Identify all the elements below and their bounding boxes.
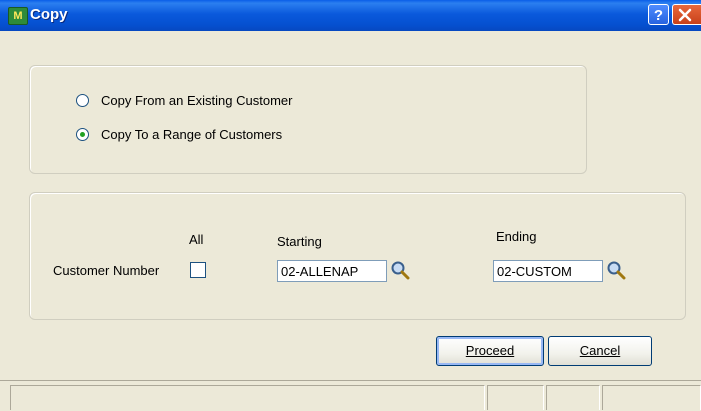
radio-copy-from-label: Copy From an Existing Customer bbox=[101, 93, 293, 108]
close-icon bbox=[678, 8, 692, 22]
ending-customer-field[interactable]: 02-CUSTOM bbox=[493, 260, 603, 282]
cancel-button-label: Cancel bbox=[579, 343, 621, 358]
copy-options-group bbox=[29, 65, 587, 174]
status-segment-1 bbox=[487, 385, 544, 410]
radio-copy-from-circle[interactable] bbox=[76, 94, 89, 107]
starting-customer-field[interactable]: 02-ALLENAP bbox=[277, 260, 387, 282]
proceed-button[interactable]: Proceed bbox=[436, 336, 544, 366]
all-label: All bbox=[189, 232, 204, 247]
help-button[interactable]: ? bbox=[648, 4, 669, 25]
status-segment-2 bbox=[546, 385, 600, 410]
app-icon: M bbox=[8, 7, 28, 25]
radio-copy-to-circle[interactable] bbox=[76, 128, 89, 141]
ending-lookup-icon[interactable] bbox=[606, 260, 626, 280]
close-button[interactable] bbox=[672, 4, 701, 25]
radio-copy-to-label: Copy To a Range of Customers bbox=[101, 127, 283, 142]
customer-number-label: Customer Number bbox=[53, 263, 160, 278]
title-bar[interactable]: M Copy ? bbox=[0, 0, 701, 31]
customer-range-group bbox=[29, 192, 686, 320]
all-checkbox[interactable] bbox=[190, 262, 206, 278]
radio-copy-from[interactable]: Copy From an Existing Customer bbox=[76, 93, 292, 108]
cancel-button[interactable]: Cancel bbox=[548, 336, 652, 366]
status-segment-3 bbox=[602, 385, 701, 410]
status-segment-main bbox=[10, 385, 485, 410]
ending-label: Ending bbox=[496, 229, 537, 244]
starting-lookup-icon[interactable] bbox=[390, 260, 410, 280]
proceed-button-label: Proceed bbox=[465, 343, 515, 358]
radio-copy-to[interactable]: Copy To a Range of Customers bbox=[76, 127, 282, 142]
starting-label: Starting bbox=[277, 234, 322, 249]
window-title: Copy bbox=[30, 6, 68, 23]
status-bar bbox=[0, 380, 701, 411]
